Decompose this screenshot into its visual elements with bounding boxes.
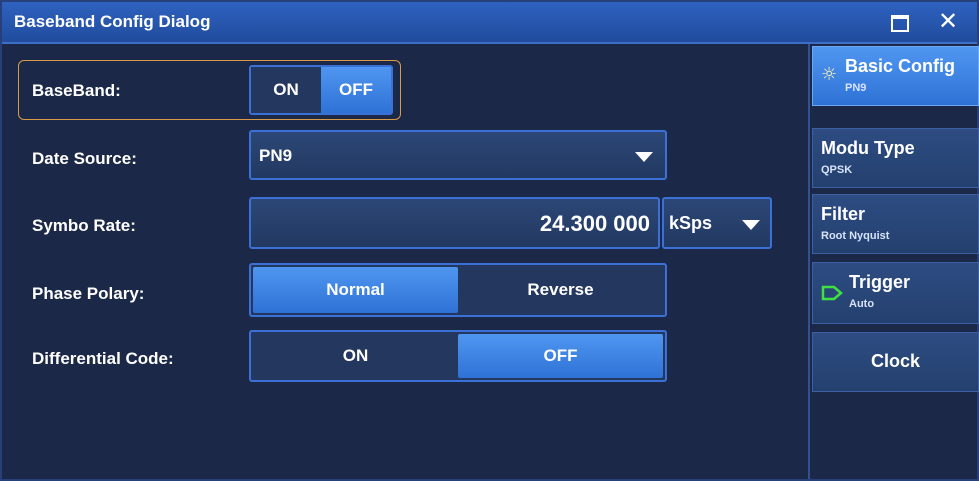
phase-polarity-toggle[interactable]: Normal Reverse [249,263,667,317]
differential-off-option[interactable]: OFF [458,334,663,378]
baseband-label: BaseBand: [32,81,121,100]
sidebar-item-clock[interactable]: Clock [812,332,979,392]
trigger-icon [821,285,843,301]
symbol-rate-value: 24.300 000 [539,211,650,236]
title-bar[interactable]: Baseband Config Dialog ✕ [2,2,977,44]
sun-icon: ☼ [821,64,838,85]
sidebar-item-basic-config[interactable]: ☼ Basic Config PN9 [812,46,979,106]
symbol-rate-label: Symbo Rate: [32,216,136,235]
symbol-rate-unit-dropdown[interactable]: kSps [662,197,772,249]
differential-code-label: Differential Code: [32,349,174,368]
phase-normal-option[interactable]: Normal [253,267,458,313]
sidebar-item-title: Modu Type [821,138,915,158]
phase-reverse-option[interactable]: Reverse [458,267,663,313]
maximize-icon [891,15,909,32]
sidebar-item-subtitle: Root Nyquist [821,230,890,242]
data-source-dropdown[interactable]: PN9 [249,130,667,180]
sidebar-item-title: Trigger [849,272,911,292]
data-source-value: PN9 [259,146,293,165]
sidebar-item-filter[interactable]: Filter Root Nyquist [812,194,979,254]
sidebar: ☼ Basic Config PN9 Modu Type QPSK Filter… [808,44,979,479]
window-title: Baseband Config Dialog [14,12,211,31]
baseband-config-dialog: Baseband Config Dialog ✕ BaseBand: ON OF… [0,0,979,481]
sidebar-item-subtitle: Auto [849,298,875,310]
differential-on-option[interactable]: ON [253,334,458,378]
maximize-button[interactable] [885,8,915,36]
sidebar-item-title: Basic Config [845,56,956,76]
close-button[interactable]: ✕ [933,8,963,36]
baseband-toggle[interactable]: ON OFF [249,65,393,115]
chevron-down-icon [742,220,760,230]
phase-polarity-label: Phase Polary: [32,284,145,303]
data-source-label: Date Source: [32,149,137,168]
chevron-down-icon [635,152,653,162]
sidebar-item-subtitle: PN9 [845,82,867,94]
baseband-on-option[interactable]: ON [251,67,321,113]
sidebar-item-title: Filter [821,204,866,224]
config-panel: BaseBand: ON OFF Date Source: PN9 Symbo … [2,44,808,479]
sidebar-item-modu-type[interactable]: Modu Type QPSK [812,128,979,188]
differential-code-toggle[interactable]: ON OFF [249,330,667,382]
close-icon: ✕ [937,7,959,35]
symbol-rate-input[interactable]: 24.300 000 [249,197,660,249]
sidebar-item-subtitle: QPSK [821,164,853,176]
sidebar-item-trigger[interactable]: Trigger Auto [812,262,979,324]
symbol-rate-unit: kSps [669,213,713,233]
sidebar-item-title: Clock [870,351,921,371]
baseband-off-option[interactable]: OFF [321,67,391,113]
